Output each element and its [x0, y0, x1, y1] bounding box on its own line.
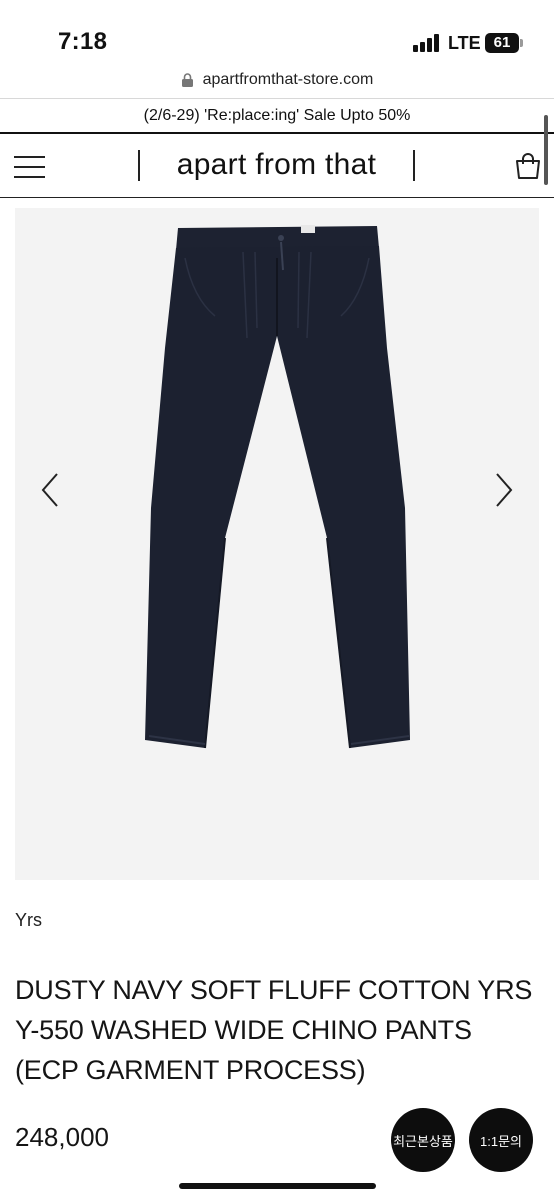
recently-viewed-button[interactable]: 최근본상품	[391, 1108, 455, 1172]
site-header: apart from that	[0, 134, 554, 198]
product-brand[interactable]: Yrs	[15, 910, 42, 931]
chevron-right-icon[interactable]	[489, 470, 519, 510]
network-type: LTE	[448, 33, 481, 53]
battery-level: 61	[485, 33, 519, 53]
url-text: apartfromthat-store.com	[202, 71, 374, 88]
chevron-left-icon[interactable]	[35, 470, 65, 510]
status-bar: 7:18 LTE 61	[0, 0, 554, 62]
lock-icon	[181, 73, 193, 87]
product-image	[145, 225, 410, 749]
shopping-bag-icon[interactable]	[514, 152, 542, 180]
address-bar[interactable]: apartfromthat-store.com	[0, 62, 554, 98]
promo-text: (2/6-29) 'Re:place:ing' Sale Upto 50%	[143, 106, 411, 124]
signal-strength-icon	[413, 34, 443, 52]
site-logo[interactable]: apart from that	[140, 148, 413, 182]
status-time: 7:18	[58, 28, 108, 55]
page-scrollbar[interactable]	[544, 115, 548, 185]
header-divider-right	[413, 150, 415, 181]
one-on-one-inquiry-button[interactable]: 1:1문의	[469, 1108, 533, 1172]
product-price: 248,000	[15, 1122, 109, 1152]
home-indicator[interactable]	[179, 1183, 376, 1189]
promo-banner[interactable]: (2/6-29) 'Re:place:ing' Sale Upto 50%	[0, 98, 554, 134]
product-title: DUSTY NAVY SOFT FLUFF COTTON YRS Y-550 W…	[15, 975, 533, 1085]
product-gallery[interactable]	[15, 208, 539, 880]
hamburger-menu-icon[interactable]	[14, 155, 46, 179]
battery-icon: 61	[485, 33, 523, 53]
